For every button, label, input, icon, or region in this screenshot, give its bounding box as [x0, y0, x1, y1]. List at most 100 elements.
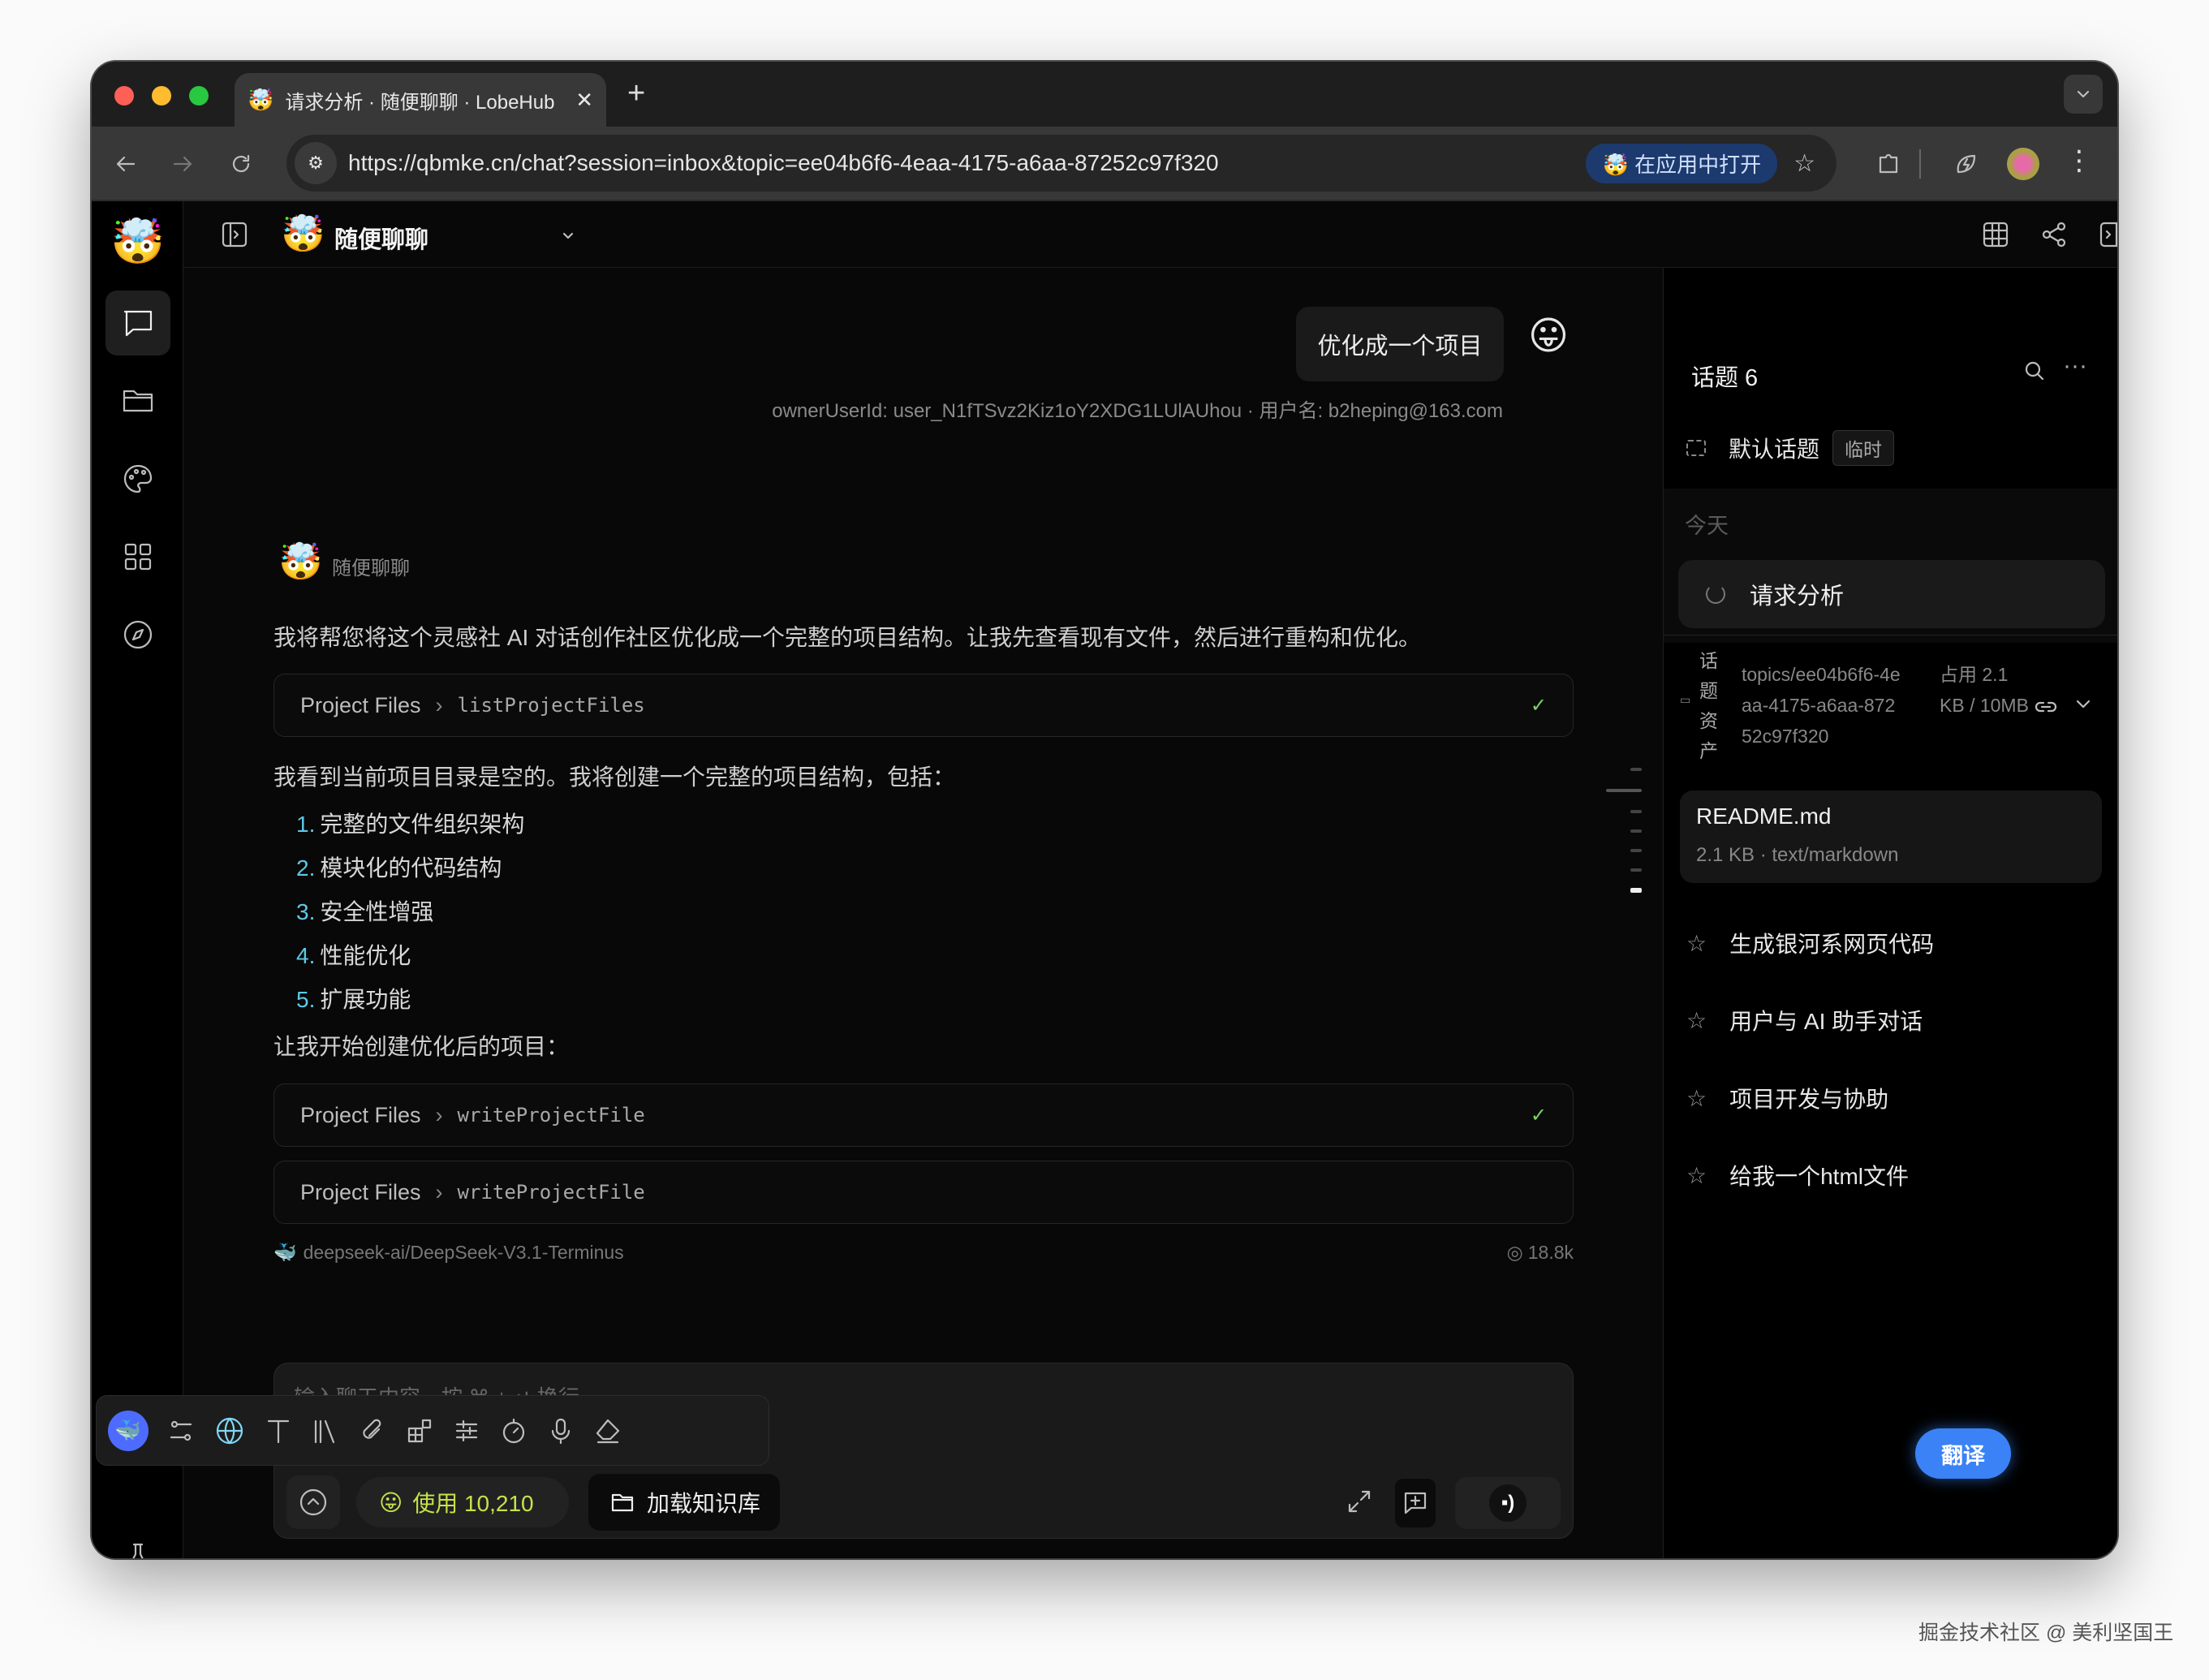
tool-call-card[interactable]: Project Files › listProjectFiles ✓ [273, 674, 1574, 737]
token-usage-badge[interactable]: 😛 使用 10,210 [356, 1477, 569, 1527]
new-tab-button[interactable]: + [627, 76, 645, 111]
load-knowledge-button[interactable]: 加载知识库 [588, 1474, 780, 1531]
usage-emoji-icon: 😛 [379, 1489, 403, 1516]
star-icon[interactable]: ☆ [1686, 930, 1707, 957]
topic-item[interactable]: ☆用户与 AI 助手对话 [1686, 1004, 1923, 1036]
active-topic-item[interactable]: 请求分析 [1678, 560, 2105, 628]
check-icon: ✓ [1531, 694, 1547, 717]
more-options-icon[interactable]: ··· [2063, 352, 2087, 380]
chevron-up-circle-icon [297, 1486, 329, 1518]
extensions-icon[interactable] [1874, 149, 1903, 179]
forward-icon[interactable] [170, 151, 196, 177]
usage-text: 使用 10,210 [412, 1486, 533, 1518]
bookmark-star-icon[interactable]: ☆ [1793, 149, 1815, 178]
text-format-icon[interactable] [264, 1416, 293, 1445]
nav-explore[interactable] [105, 602, 170, 667]
eraser-icon[interactable] [593, 1416, 622, 1445]
open-in-app-button[interactable]: 🤯 在应用中打开 [1586, 144, 1777, 183]
tab-title: 请求分析 · 随便聊聊 · LobeHub [285, 86, 564, 114]
microphone-icon[interactable] [546, 1416, 575, 1445]
topic-assets-usage: 占用 2.1 KB / 10MB [1940, 659, 2029, 721]
list-item: 1.完整的文件组织架构 [296, 807, 524, 839]
nav-discover[interactable] [105, 524, 170, 589]
grid-icon [120, 539, 156, 575]
dashed-square-icon [1686, 440, 1706, 456]
flask-icon [122, 1540, 154, 1558]
send-button[interactable]: ▪) [1455, 1477, 1561, 1529]
loading-spinner-icon [1706, 584, 1725, 604]
nav-market[interactable] [105, 446, 170, 511]
tool-call-card[interactable]: Project Files › writeProjectFile ✓ [273, 1083, 1574, 1147]
timer-icon[interactable] [499, 1416, 528, 1445]
chevron-down-icon[interactable] [560, 227, 576, 243]
palette-icon [120, 461, 156, 497]
address-bar-row: ⚙ https://qbmke.cn/chat?session=inbox&to… [92, 127, 2117, 201]
performance-leaf-icon[interactable] [1952, 149, 1981, 179]
input-action-toolbar: 🐳 [96, 1395, 769, 1466]
deepseek-icon: 🐳 [273, 1242, 297, 1264]
star-icon[interactable]: ☆ [1686, 1162, 1707, 1189]
expand-toolbar-button[interactable] [286, 1475, 340, 1529]
tool-api-name: writeProjectFile [458, 1104, 645, 1126]
user-avatar[interactable]: 🤯 [105, 209, 170, 274]
tab-search-button[interactable] [2064, 75, 2103, 114]
library-icon[interactable] [311, 1416, 340, 1445]
topic-label: 给我一个html文件 [1729, 1159, 1909, 1191]
profile-avatar[interactable] [2007, 148, 2039, 180]
browser-menu-icon[interactable]: ⋮ [2065, 144, 2093, 177]
model-selector-deepseek-icon[interactable]: 🐳 [108, 1411, 149, 1451]
attachment-paperclip-icon[interactable] [358, 1416, 387, 1445]
translate-button[interactable]: 翻译 [1915, 1428, 2011, 1479]
back-icon[interactable] [113, 151, 139, 177]
nav-chat[interactable] [105, 291, 170, 355]
web-search-globe-icon[interactable] [213, 1415, 246, 1447]
link-icon[interactable] [2034, 695, 2058, 719]
chat-header: 🤯 随便聊聊 [183, 201, 2117, 268]
close-window-button[interactable] [114, 86, 134, 106]
message-plus-icon [1402, 1489, 1429, 1517]
token-count: ◎18.8k [1504, 1242, 1574, 1264]
toggle-right-panel-icon[interactable] [2097, 219, 2117, 250]
user-avatar-emoji: 😛 [1528, 313, 1569, 359]
topic-item[interactable]: ☆生成银河系网页代码 [1686, 927, 1934, 959]
topic-assets-path: topics/ee04b6f6-4eaa-4175-a6aa-87252c97f… [1742, 659, 1904, 752]
model-params-icon[interactable] [166, 1416, 196, 1445]
tab-close-icon[interactable]: ✕ [575, 88, 593, 113]
session-avatar: 🤯 [281, 213, 325, 255]
expand-input-icon[interactable] [1345, 1487, 1374, 1516]
chevron-down-icon[interactable] [2073, 693, 2094, 714]
search-icon[interactable] [2022, 359, 2047, 383]
new-topic-button[interactable] [1395, 1479, 1436, 1527]
nav-files[interactable] [105, 368, 170, 433]
toggle-sidebar-icon[interactable] [219, 219, 250, 250]
active-topic-label: 请求分析 [1750, 577, 1844, 611]
topic-item[interactable]: ☆ 给我一个html文件 [1686, 1159, 1909, 1191]
settings-sliders-icon[interactable] [452, 1416, 481, 1445]
share-icon[interactable] [2039, 219, 2069, 250]
minimize-window-button[interactable] [152, 86, 171, 106]
reload-icon[interactable] [228, 151, 254, 177]
token-icon: ◎ [1507, 1242, 1523, 1264]
browser-tab[interactable]: 🤯 请求分析 · 随便聊聊 · LobeHub ✕ [235, 73, 606, 127]
assistant-paragraph: 我看到当前项目目录是空的。我将创建一个完整的项目结构，包括： [273, 760, 955, 792]
star-icon[interactable]: ☆ [1686, 1085, 1707, 1112]
session-title[interactable]: 随便聊聊 [334, 221, 428, 255]
file-name: README.md [1696, 803, 1831, 829]
model-info: 🐳deepseek-ai/DeepSeek-V3.1-Terminus [273, 1242, 624, 1264]
list-item: 3.安全性增强 [296, 894, 433, 927]
maximize-window-button[interactable] [189, 86, 209, 106]
user-message-text: 优化成一个项目 [1317, 327, 1482, 361]
topic-item[interactable]: ☆项目开发与协助 [1686, 1082, 1888, 1114]
workspace-icon[interactable] [1980, 219, 2011, 250]
tool-call-card[interactable]: Project Files › writeProjectFile [273, 1161, 1574, 1224]
tool-plugin-name: Project Files [300, 693, 421, 718]
site-settings-icon[interactable]: ⚙ [295, 142, 337, 184]
url-field[interactable]: ⚙ https://qbmke.cn/chat?session=inbox&to… [286, 135, 1837, 192]
asset-file-card[interactable]: README.md 2.1 KB · text/markdown [1680, 790, 2102, 883]
star-icon[interactable]: ☆ [1686, 1007, 1707, 1034]
default-topic-item[interactable]: 默认话题 临时 [1686, 430, 1894, 466]
tool-api-name: writeProjectFile [458, 1181, 645, 1204]
nav-labs[interactable] [105, 1524, 170, 1558]
plugins-icon[interactable] [405, 1416, 434, 1445]
translate-label: 翻译 [1941, 1438, 1985, 1470]
